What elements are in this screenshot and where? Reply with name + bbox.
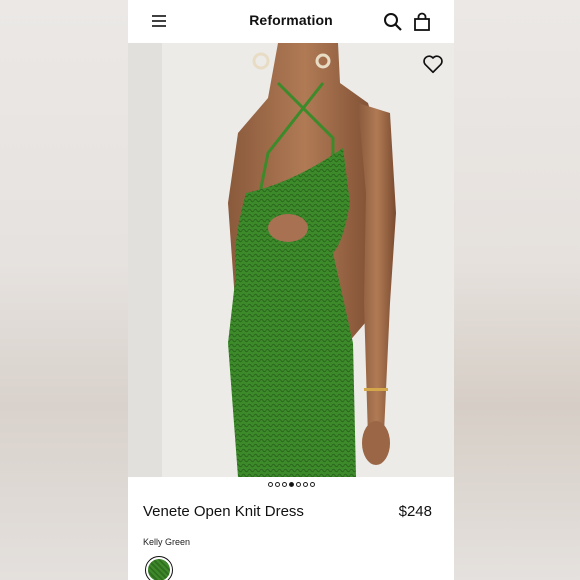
shopping-bag-icon[interactable]	[410, 10, 434, 34]
carousel-dot[interactable]	[281, 482, 287, 487]
product-title: Venete Open Knit Dress	[143, 503, 304, 520]
carousel-dot[interactable]	[295, 482, 301, 487]
swatch-fill	[148, 559, 170, 580]
carousel-dot[interactable]	[302, 482, 308, 487]
navbar: Reformation	[128, 0, 454, 43]
background-blur-left	[0, 0, 128, 580]
color-name: Kelly Green	[143, 537, 191, 547]
heart-outline-icon[interactable]	[422, 53, 444, 75]
brand-logo[interactable]: Reformation	[128, 12, 454, 28]
carousel-indicator	[128, 482, 454, 487]
search-icon[interactable]	[381, 10, 405, 34]
carousel-dot[interactable]	[274, 482, 280, 487]
carousel-dot[interactable]	[309, 482, 315, 487]
product-image[interactable]	[128, 43, 454, 477]
carousel-dot[interactable]	[267, 482, 273, 487]
product-price: $248	[398, 503, 432, 520]
carousel-dot-active[interactable]	[288, 482, 294, 487]
product-page: Reformation Venete Open Knit Dress $248 …	[128, 0, 454, 580]
color-swatch-kelly-green[interactable]	[145, 556, 173, 580]
background-blur-right	[454, 0, 580, 580]
